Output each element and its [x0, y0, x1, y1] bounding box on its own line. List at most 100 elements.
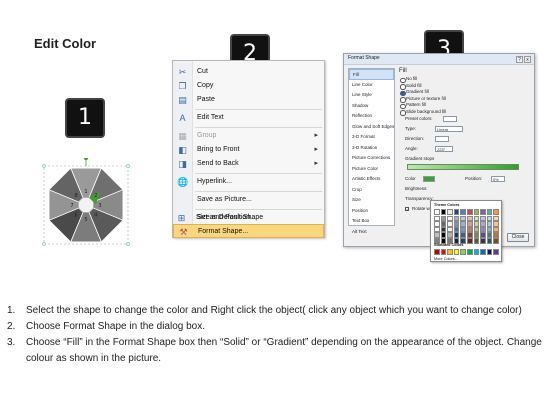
segment-number: 5 — [84, 217, 87, 223]
color-swatch[interactable] — [493, 249, 499, 255]
nav-item[interactable]: Line Style — [349, 90, 394, 101]
menu-separator — [195, 127, 322, 128]
color-swatch[interactable] — [453, 209, 460, 215]
octagon-shape[interactable]: 1 234 5678 — [38, 155, 134, 248]
menu-separator — [195, 173, 322, 174]
nav-item[interactable]: Crop — [349, 185, 394, 196]
color-swatch[interactable] — [440, 249, 447, 255]
color-swatch[interactable] — [467, 249, 473, 255]
nav-item[interactable]: Glow and Soft Edges — [349, 122, 394, 133]
menu-item-label: Cut — [197, 68, 208, 75]
segment-number: 2 — [94, 193, 97, 199]
color-swatch[interactable] — [434, 209, 440, 215]
color-swatch[interactable] — [440, 209, 447, 215]
color-swatch[interactable] — [447, 209, 453, 215]
menu-item-group: ▦ Group ▸ — [173, 129, 324, 143]
nav-item[interactable]: Line Color — [349, 80, 394, 91]
direction-dropdown[interactable] — [435, 136, 449, 142]
nav-item[interactable]: 3-D Rotation — [349, 143, 394, 154]
nav-item[interactable]: Picture Color — [349, 164, 394, 175]
color-swatch[interactable] — [486, 209, 493, 215]
menu-item-label: Save as Picture... — [197, 196, 252, 203]
menu-item-send-to-back[interactable]: ◨ Send to Back ▸ — [173, 157, 324, 171]
instruction-text: Choose “Fill” in the Format Shape box th… — [26, 337, 542, 364]
color-label: Color — [405, 176, 416, 181]
color-swatch[interactable] — [460, 249, 466, 255]
instruction-item: 3. Choose “Fill” in the Format Shape box … — [7, 335, 555, 367]
close-icon[interactable]: x — [524, 56, 531, 63]
color-swatch[interactable] — [486, 238, 493, 244]
position-input[interactable]: 0% — [491, 176, 505, 182]
nav-item[interactable]: Alt Text — [349, 227, 394, 238]
segment-number: 8 — [75, 193, 78, 199]
color-swatch[interactable] — [447, 249, 453, 255]
more-colors-link[interactable]: More Colors... — [434, 257, 458, 261]
menu-item-hyperlink[interactable]: 🌐 Hyperlink... — [173, 175, 324, 189]
close-button[interactable]: Close — [507, 233, 529, 242]
color-swatch[interactable] — [467, 209, 473, 215]
nav-item[interactable]: Fill — [349, 69, 394, 80]
menu-separator — [195, 209, 322, 210]
nav-item[interactable]: Text Box — [349, 216, 394, 227]
color-swatch[interactable] — [480, 238, 486, 244]
menu-item-edit-text[interactable]: A Edit Text — [173, 111, 324, 125]
sizing-handle[interactable] — [42, 164, 46, 168]
octagon-svg: 1 234 5678 — [42, 155, 130, 246]
menu-item-label: Hyperlink... — [197, 178, 233, 185]
menu-item-save-as-picture[interactable]: Save as Picture... — [173, 193, 324, 207]
color-dropdown[interactable] — [423, 176, 435, 182]
gradient-stops-bar[interactable] — [407, 164, 519, 170]
menu-item-copy[interactable]: ❐ Copy — [173, 79, 324, 93]
angle-input[interactable]: 225° — [435, 146, 453, 152]
color-swatch[interactable] — [473, 238, 480, 244]
sizing-handle[interactable] — [126, 242, 130, 246]
instruction-number: 1. — [7, 305, 16, 316]
color-swatch[interactable] — [486, 249, 493, 255]
group-icon: ▦ — [178, 131, 187, 141]
instruction-number: 2. — [7, 321, 16, 332]
nav-item[interactable]: Shadow — [349, 101, 394, 112]
type-label: Type: — [405, 126, 417, 131]
menu-item-cut[interactable]: ✂ Cut — [173, 65, 324, 79]
color-swatch[interactable] — [493, 209, 499, 215]
instructions: 1. Select the shape to change the color a… — [7, 303, 555, 367]
sizing-handle[interactable] — [126, 164, 130, 168]
color-swatch[interactable] — [434, 249, 440, 255]
nav-item[interactable]: Size — [349, 195, 394, 206]
help-button[interactable]: ? — [516, 56, 523, 63]
sizing-handle[interactable] — [42, 242, 46, 246]
menu-item-paste[interactable]: ▤ Paste — [173, 93, 324, 107]
nav-item[interactable]: Picture Corrections — [349, 153, 394, 164]
edit-text-icon: A — [179, 113, 186, 123]
preset-colors-dropdown[interactable] — [443, 116, 457, 122]
instruction-item: 2. Choose Format Shape in the dialog box. — [7, 319, 555, 335]
segment-number: 7 — [70, 203, 73, 209]
preset-label: Preset colors: — [405, 116, 433, 121]
size-icon: ⊞ — [177, 213, 186, 223]
color-swatch[interactable] — [493, 238, 499, 244]
menu-item-label: Bring to Front — [197, 146, 240, 153]
page-title: Edit Color — [34, 36, 97, 51]
color-swatch[interactable] — [480, 249, 486, 255]
gradient-stops-label: Gradient stops — [405, 156, 435, 161]
color-swatch[interactable] — [473, 249, 480, 255]
type-dropdown[interactable]: Linear — [435, 126, 463, 132]
color-swatch[interactable] — [480, 209, 486, 215]
color-swatch[interactable] — [460, 209, 466, 215]
color-swatch[interactable] — [473, 209, 480, 215]
menu-item-bring-to-front[interactable]: ◧ Bring to Front ▸ — [173, 143, 324, 157]
nav-item[interactable]: Reflection — [349, 111, 394, 122]
nav-item[interactable]: Artistic Effects — [349, 174, 394, 185]
menu-item-label: Edit Text — [197, 114, 224, 121]
step-badge-1: 1 — [67, 100, 103, 136]
theme-colors-label: Theme Colors — [434, 203, 460, 207]
nav-item[interactable]: 3-D Format — [349, 132, 394, 143]
menu-item-format-shape[interactable]: ⚒ Format Shape... — [173, 224, 324, 238]
menu-item-size-and-position[interactable]: ⊞ Size and Position... — [172, 211, 325, 225]
menu-item-label: Copy — [197, 82, 214, 89]
color-swatch[interactable] — [453, 249, 460, 255]
rotate-handle[interactable] — [83, 155, 89, 161]
send-back-icon: ◨ — [178, 159, 187, 169]
color-swatch[interactable] — [467, 238, 473, 244]
nav-item[interactable]: Position — [349, 206, 394, 217]
